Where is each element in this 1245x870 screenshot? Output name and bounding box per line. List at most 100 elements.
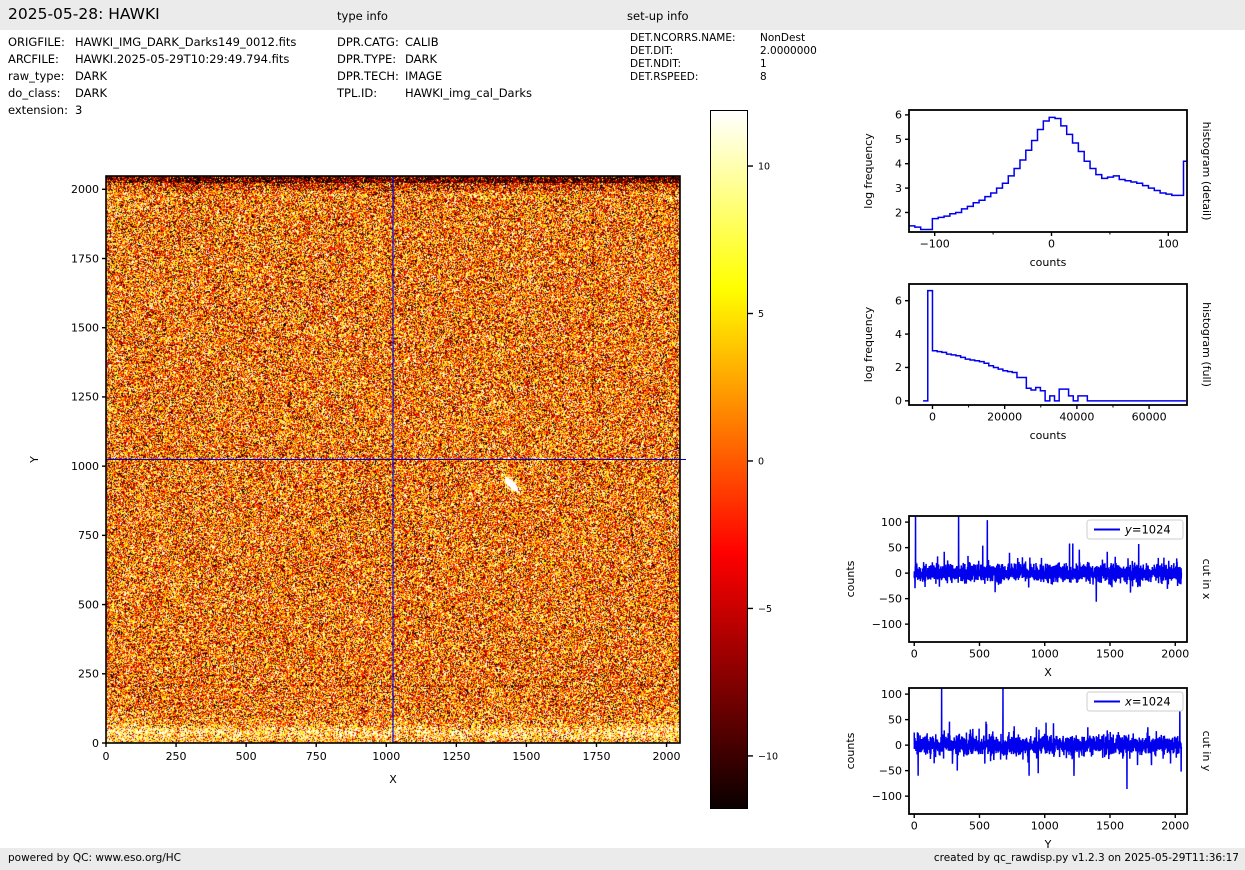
svg-text:100: 100 bbox=[881, 516, 902, 529]
info-value: HAWKI.2025-05-29T10:29:49.794.fits bbox=[75, 52, 290, 66]
svg-text:Y: Y bbox=[28, 456, 41, 464]
info-label: ARCFILE: bbox=[8, 52, 59, 66]
type-info-heading: type info bbox=[337, 9, 388, 23]
info-value: IMAGE bbox=[405, 69, 443, 83]
svg-text:500: 500 bbox=[236, 750, 257, 763]
svg-text:2000: 2000 bbox=[653, 750, 681, 763]
footer-created-by: created by qc_rawdisp.py v1.2.3 on 2025-… bbox=[933, 852, 1239, 864]
svg-text:100: 100 bbox=[881, 688, 902, 701]
page-title: 2025-05-28: HAWKI bbox=[8, 5, 160, 23]
svg-text:50: 50 bbox=[888, 541, 902, 554]
svg-text:2000: 2000 bbox=[71, 183, 99, 196]
svg-text:4: 4 bbox=[895, 157, 902, 170]
svg-text:1750: 1750 bbox=[582, 750, 610, 763]
svg-text:0: 0 bbox=[911, 648, 918, 661]
svg-text:1500: 1500 bbox=[71, 322, 99, 335]
svg-text:1000: 1000 bbox=[372, 750, 400, 763]
info-label: ORIGFILE: bbox=[8, 35, 65, 49]
svg-text:1250: 1250 bbox=[71, 391, 99, 404]
svg-text:2000: 2000 bbox=[1161, 648, 1189, 661]
svg-text:1000: 1000 bbox=[1031, 648, 1059, 661]
svg-text:y=1024: y=1024 bbox=[1124, 523, 1171, 537]
svg-text:1000: 1000 bbox=[71, 460, 99, 473]
svg-text:2: 2 bbox=[895, 361, 902, 374]
svg-text:250: 250 bbox=[166, 750, 187, 763]
svg-text:1750: 1750 bbox=[71, 252, 99, 265]
info-row: DPR.CATG: CALIB bbox=[337, 34, 532, 51]
svg-text:2: 2 bbox=[895, 206, 902, 219]
info-label: DET.NCORRS.NAME: bbox=[630, 32, 736, 44]
svg-text:cut in x: cut in x bbox=[1200, 559, 1213, 600]
svg-text:histogram (detail): histogram (detail) bbox=[1200, 122, 1213, 221]
info-row: DET.NDIT: 1 bbox=[630, 58, 817, 71]
info-row: DPR.TECH: IMAGE bbox=[337, 68, 532, 85]
svg-text:0: 0 bbox=[895, 567, 902, 580]
info-row: DET.DIT: 2.0000000 bbox=[630, 45, 817, 58]
header-bar: 2025-05-28: HAWKI type info set-up info bbox=[0, 0, 1245, 30]
info-label: DET.RSPEED: bbox=[630, 71, 699, 83]
svg-text:750: 750 bbox=[78, 529, 99, 542]
svg-text:500: 500 bbox=[969, 820, 990, 833]
svg-text:log frequency: log frequency bbox=[862, 133, 875, 209]
svg-text:1500: 1500 bbox=[1096, 820, 1124, 833]
svg-text:x=1024: x=1024 bbox=[1124, 695, 1171, 709]
histogram-detail-plot: −100 0 100 2 3 4 5 6 counts log frequency histogra… bbox=[862, 109, 1213, 269]
svg-text:counts: counts bbox=[844, 732, 857, 769]
info-value: DARK bbox=[75, 69, 108, 83]
setup-info-block: DET.NCORRS.NAME: NonDest DET.DIT: 2.000000… bbox=[630, 32, 817, 84]
svg-text:−50: −50 bbox=[879, 592, 902, 605]
svg-text:500: 500 bbox=[78, 598, 99, 611]
svg-text:60000: 60000 bbox=[1132, 411, 1167, 424]
info-row: DPR.TYPE: DARK bbox=[337, 51, 532, 68]
svg-text:5: 5 bbox=[758, 309, 764, 320]
info-row: ARCFILE: HAWKI.2025-05-29T10:29:49.794.fi… bbox=[8, 51, 296, 68]
svg-text:40000: 40000 bbox=[1059, 411, 1094, 424]
info-label: DPR.TECH: bbox=[337, 69, 399, 83]
svg-text:Y: Y bbox=[1044, 838, 1052, 848]
svg-text:−100: −100 bbox=[920, 238, 950, 251]
svg-text:−5: −5 bbox=[758, 604, 772, 615]
setup-info-heading: set-up info bbox=[627, 9, 689, 23]
svg-text:500: 500 bbox=[969, 648, 990, 661]
svg-text:0: 0 bbox=[92, 737, 99, 750]
svg-text:histogram (full): histogram (full) bbox=[1200, 302, 1213, 387]
cut-in-x-plot: 0 500 1000 1500 2000−100−50050100Xcounts cut … bbox=[844, 515, 1213, 679]
svg-text:counts: counts bbox=[1030, 429, 1067, 442]
svg-text:−10: −10 bbox=[758, 751, 778, 762]
info-value: NonDest bbox=[760, 32, 806, 44]
svg-text:−100: −100 bbox=[872, 618, 902, 631]
info-value: 1 bbox=[760, 58, 767, 70]
info-label: DET.NDIT: bbox=[630, 58, 682, 70]
info-label: DPR.TYPE: bbox=[337, 52, 397, 66]
svg-text:0: 0 bbox=[929, 411, 936, 424]
info-value: 2.0000000 bbox=[760, 45, 817, 57]
main-image-axes: 0 250 500 750 1000 1250 1500 1750 2000 0 250 500 750… bbox=[28, 162, 778, 786]
svg-text:counts: counts bbox=[1030, 256, 1067, 269]
info-value: 8 bbox=[760, 71, 767, 83]
svg-text:5: 5 bbox=[895, 133, 902, 146]
svg-text:0: 0 bbox=[911, 820, 918, 833]
cut-in-y-plot: 0 500 1000 1500 2000 −100 −50 0 50 100 Ycounts cut … bbox=[844, 687, 1213, 848]
svg-text:log frequency: log frequency bbox=[862, 306, 875, 382]
svg-text:counts: counts bbox=[844, 560, 857, 597]
svg-text:X: X bbox=[389, 773, 397, 786]
svg-text:1000: 1000 bbox=[1031, 820, 1059, 833]
svg-text:4: 4 bbox=[895, 328, 902, 341]
histogram-full-plot: 0 20000 40000 60000 0 2 4 6 counts log frequency h… bbox=[862, 283, 1213, 442]
svg-text:1250: 1250 bbox=[442, 750, 470, 763]
svg-text:2000: 2000 bbox=[1161, 820, 1189, 833]
svg-text:0: 0 bbox=[758, 456, 764, 467]
info-row: raw_type: DARK bbox=[8, 68, 296, 85]
footer-bar: powered by QC: www.eso.org/HC created by… bbox=[0, 848, 1245, 870]
svg-text:0: 0 bbox=[1048, 238, 1055, 251]
footer-powered-by: powered by QC: www.eso.org/HC bbox=[8, 852, 182, 864]
info-label: DPR.CATG: bbox=[337, 35, 399, 49]
svg-text:0: 0 bbox=[895, 395, 902, 408]
info-value: CALIB bbox=[405, 35, 439, 49]
svg-text:1500: 1500 bbox=[1096, 648, 1124, 661]
svg-text:6: 6 bbox=[895, 294, 902, 307]
svg-text:750: 750 bbox=[306, 750, 327, 763]
svg-text:100: 100 bbox=[1158, 238, 1179, 251]
info-row: DET.NCORRS.NAME: NonDest bbox=[630, 32, 817, 45]
info-value: DARK bbox=[405, 52, 438, 66]
